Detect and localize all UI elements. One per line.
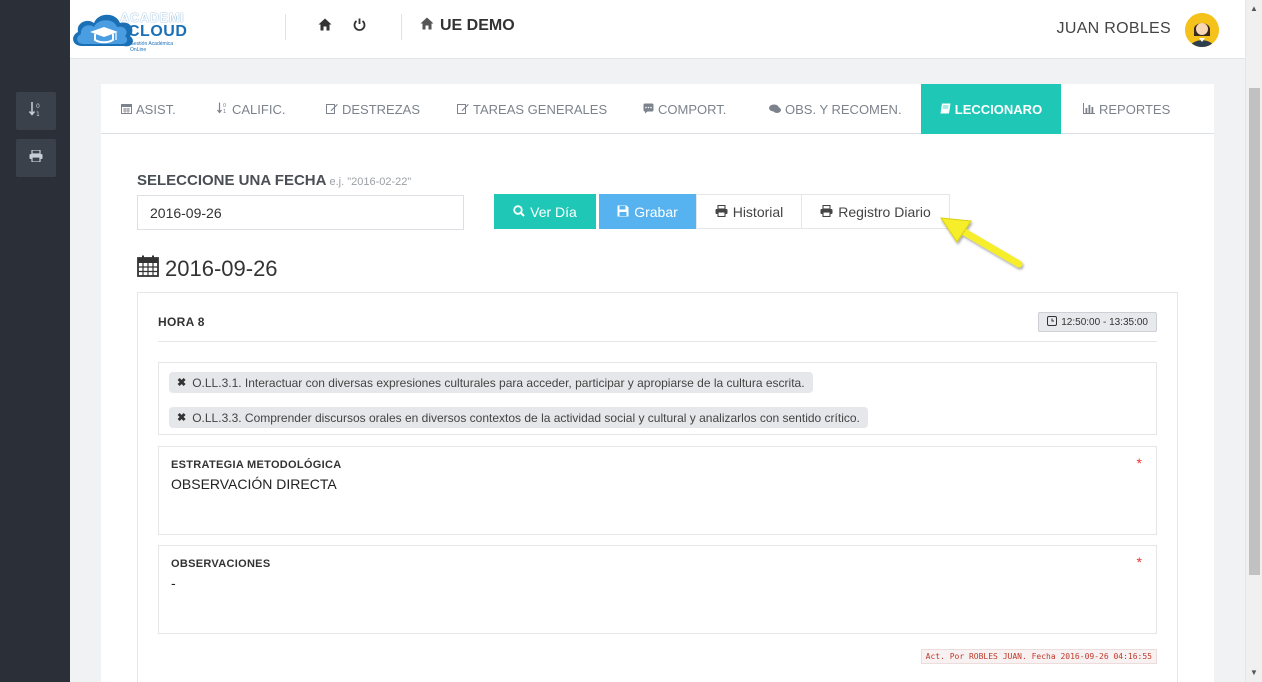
- calendar-icon: [121, 102, 132, 117]
- observations-field[interactable]: OBSERVACIONES - *: [158, 545, 1157, 634]
- tab-leccionario[interactable]: LECCIONARO: [921, 84, 1061, 134]
- main-card: ASIST. 01 CALIFIC. DESTREZAS TAREAS GENE…: [101, 84, 1214, 682]
- remove-icon[interactable]: ✖: [177, 376, 186, 389]
- sort-numeric-icon: 01: [217, 102, 228, 117]
- calendar-icon: [137, 255, 159, 283]
- comment-icon: [643, 102, 654, 117]
- objective-chip[interactable]: ✖ O.LL.3.1. Interactuar con diversas exp…: [169, 372, 813, 393]
- bar-chart-icon: [1083, 102, 1095, 117]
- svg-text:0: 0: [36, 103, 40, 110]
- tab-comportamiento[interactable]: COMPORT.: [643, 84, 726, 134]
- view-day-label: Ver Día: [530, 203, 577, 220]
- hour-label: HORA 8: [158, 315, 205, 329]
- selected-date-text: 2016-09-26: [165, 256, 278, 281]
- scroll-thumb[interactable]: [1249, 88, 1260, 575]
- tab-label: TAREAS GENERALES: [473, 101, 608, 117]
- tab-tareas-generales[interactable]: TAREAS GENERALES: [457, 84, 607, 134]
- strategy-label: ESTRATEGIA METODOLÓGICA: [171, 459, 342, 471]
- scroll-down-icon[interactable]: ▼: [1250, 668, 1258, 677]
- tab-observaciones[interactable]: OBS. Y RECOMEN.: [769, 84, 902, 134]
- required-mark: *: [1136, 554, 1142, 570]
- tab-label: LECCIONARO: [954, 101, 1043, 117]
- sort-numeric-icon: 01: [28, 101, 43, 122]
- home-icon: [420, 17, 434, 35]
- yellow-arrow-annotation: [939, 217, 1023, 268]
- tab-label: CALIFIC.: [232, 101, 286, 117]
- search-icon: [513, 204, 525, 220]
- objective-chip[interactable]: ✖ O.LL.3.3. Comprender discursos orales …: [169, 407, 868, 428]
- logo-text-cloud: CLOUD: [128, 23, 188, 40]
- tab-destrezas[interactable]: DESTREZAS: [326, 84, 420, 134]
- edit-icon: [457, 102, 469, 117]
- required-mark: *: [1136, 455, 1142, 471]
- tab-asistencia[interactable]: ASIST.: [121, 84, 176, 134]
- avatar[interactable]: [1185, 13, 1219, 47]
- user-name[interactable]: JUAN ROBLES: [1057, 20, 1171, 38]
- book-icon: [940, 102, 951, 117]
- tab-label: OBS. Y RECOMEN.: [785, 101, 902, 117]
- history-label: Historial: [732, 203, 784, 220]
- logo-tagline: Gestión Académica OnLine: [130, 41, 174, 53]
- clock-icon: [1047, 315, 1058, 329]
- updated-by-note: Act. Por ROBLES JUAN. Fecha 2016-09-26 0…: [920, 649, 1157, 664]
- tab-bar: ASIST. 01 CALIFIC. DESTREZAS TAREAS GENE…: [101, 84, 1214, 134]
- vertical-scrollbar[interactable]: ▲ ▼: [1245, 0, 1262, 682]
- hour-panel: HORA 8 12:50:00 - 13:35:00 ✖ O.LL.3.1. I…: [137, 292, 1178, 682]
- print-button[interactable]: [16, 139, 56, 177]
- tab-calificaciones[interactable]: 01 CALIFIC.: [217, 84, 285, 134]
- print-icon: [820, 204, 833, 220]
- history-button[interactable]: Historial: [696, 194, 802, 229]
- save-button[interactable]: Grabar: [599, 194, 696, 229]
- strategy-field[interactable]: ESTRATEGIA METODOLÓGICA OBSERVACIÓN DIRE…: [158, 446, 1157, 535]
- logout-button[interactable]: [349, 17, 369, 37]
- print-icon: [29, 149, 43, 167]
- date-picker-label: SELECCIONE UNA FECHA e.j. "2016-02-22": [137, 172, 411, 189]
- scroll-up-icon[interactable]: ▲: [1250, 4, 1258, 13]
- save-label: Grabar: [634, 203, 678, 220]
- selected-date-heading: 2016-09-26: [137, 255, 278, 283]
- top-header: ACADEMI CLOUD Gestión Académica OnLine U…: [70, 0, 1245, 59]
- date-format-hint: e.j. "2016-02-22": [329, 176, 412, 188]
- school-name-label: UE DEMO: [440, 17, 515, 34]
- tab-label: DESTREZAS: [342, 101, 421, 117]
- daily-record-button[interactable]: Registro Diario: [801, 194, 950, 229]
- date-picker-label-text: SELECCIONE UNA FECHA: [137, 172, 327, 189]
- daily-record-label: Registro Diario: [838, 203, 931, 220]
- observations-label: OBSERVACIONES: [171, 558, 271, 570]
- objective-text: O.LL.3.3. Comprender discursos orales en…: [192, 410, 860, 425]
- date-input[interactable]: [137, 195, 464, 230]
- svg-text:1: 1: [36, 111, 40, 117]
- home-icon: [318, 18, 332, 36]
- observations-value[interactable]: -: [171, 575, 176, 591]
- academicloud-logo[interactable]: ACADEMI CLOUD Gestión Académica OnLine: [70, 6, 190, 53]
- power-icon: [353, 18, 366, 36]
- home-button[interactable]: [315, 17, 335, 37]
- svg-text:1: 1: [223, 109, 226, 114]
- time-range-text: 12:50:00 - 13:35:00: [1061, 316, 1148, 328]
- tab-reportes[interactable]: REPORTES: [1083, 84, 1170, 134]
- remove-icon[interactable]: ✖: [177, 411, 186, 424]
- floppy-icon: [617, 204, 629, 220]
- sort-button[interactable]: 01: [16, 92, 56, 130]
- tab-label: REPORTES: [1099, 101, 1171, 117]
- header-divider: [401, 14, 402, 40]
- header-divider: [285, 14, 286, 40]
- objective-text: O.LL.3.1. Interactuar con diversas expre…: [192, 375, 805, 390]
- school-name[interactable]: UE DEMO: [420, 17, 515, 35]
- objectives-box[interactable]: ✖ O.LL.3.1. Interactuar con diversas exp…: [158, 362, 1157, 435]
- print-icon: [715, 204, 728, 220]
- strategy-value[interactable]: OBSERVACIÓN DIRECTA: [171, 476, 337, 492]
- tab-label: ASIST.: [136, 101, 176, 117]
- divider: [158, 341, 1157, 342]
- edit-icon: [326, 102, 338, 117]
- view-day-button[interactable]: Ver Día: [494, 194, 596, 229]
- time-range-badge: 12:50:00 - 13:35:00: [1038, 312, 1157, 332]
- tab-label: COMPORT.: [658, 101, 727, 117]
- comments-icon: [769, 102, 781, 117]
